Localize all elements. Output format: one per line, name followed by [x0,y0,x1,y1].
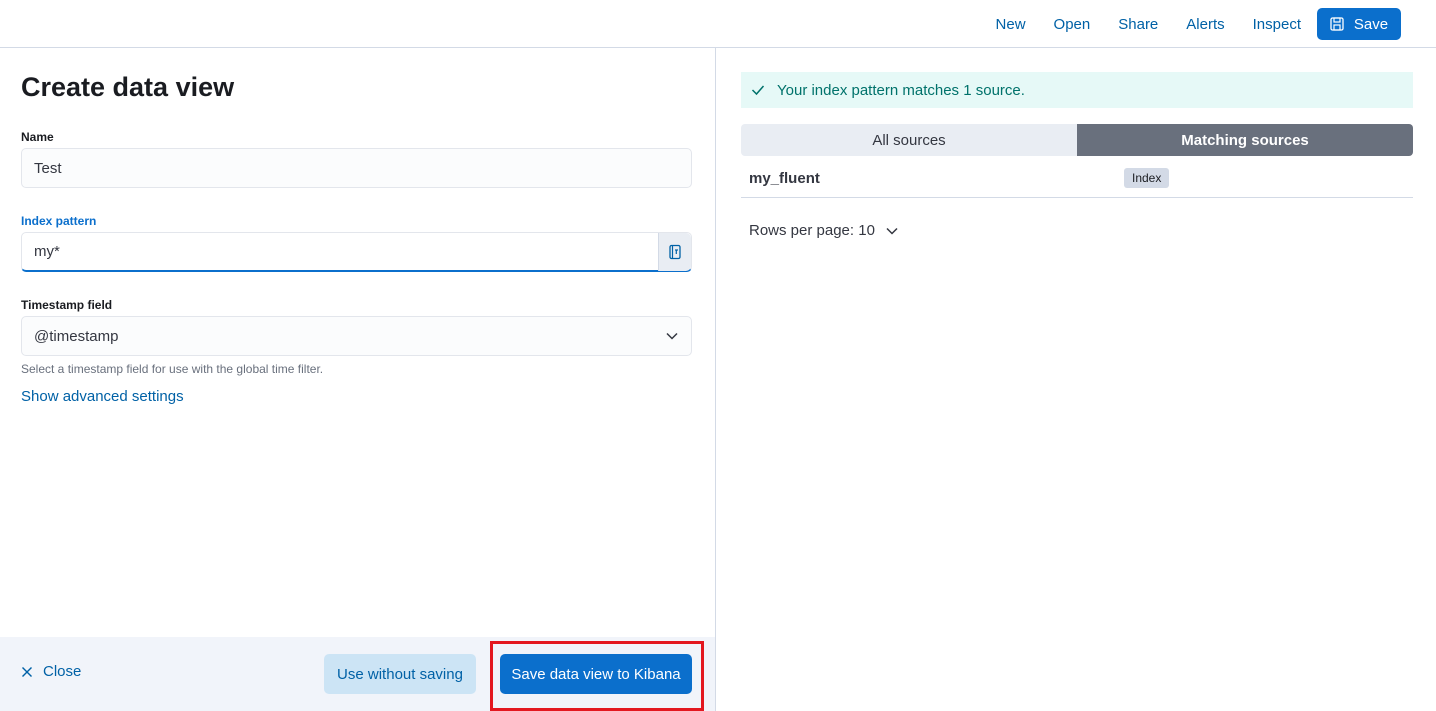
close-icon [22,666,32,677]
new-link[interactable]: New [996,16,1026,33]
index-pattern-help-button[interactable] [658,233,691,271]
index-pattern-field[interactable]: my* [21,232,692,272]
save-icon [1330,17,1344,31]
page-title: Create data view [21,72,235,102]
close-button[interactable]: Close [21,663,81,680]
open-link[interactable]: Open [1054,16,1091,33]
save-button[interactable]: Save [1317,8,1401,40]
sources-tabs: All sources Matching sources [741,124,1413,156]
rows-per-page-label: Rows per page: 10 [749,222,875,239]
chevron-down-icon [666,332,678,340]
timestamp-select[interactable]: @timestamp [21,316,692,356]
match-callout-text: Your index pattern matches 1 source. [777,81,1025,99]
create-data-view-panel: Create data view Name Test Index pattern… [0,48,716,711]
source-type-badge: Index [1124,168,1170,188]
match-callout: Your index pattern matches 1 source. [741,72,1413,108]
alerts-link[interactable]: Alerts [1186,16,1224,33]
timestamp-field-label: Timestamp field [21,298,113,312]
index-pattern-label: Index pattern [21,214,97,228]
name-field[interactable]: Test [21,148,692,188]
use-without-saving-button[interactable]: Use without saving [324,654,476,694]
timestamp-help-text: Select a timestamp field for use with th… [21,362,324,376]
chevron-down-icon [886,227,898,235]
name-field-value: Test [34,159,62,177]
show-advanced-settings-link[interactable]: Show advanced settings [21,388,184,405]
top-nav-links: New Open Share Alerts Inspect [968,0,1301,48]
share-link[interactable]: Share [1118,16,1158,33]
tab-all-sources[interactable]: All sources [741,124,1077,156]
top-nav-bar: New Open Share Alerts Inspect Save [0,0,1436,48]
name-label: Name [21,130,54,144]
table-row: my_fluent Index [741,158,1413,198]
save-button-label: Save [1353,15,1389,33]
timestamp-select-value: @timestamp [34,327,119,345]
save-data-view-button[interactable]: Save data view to Kibana [500,654,692,694]
rows-per-page-button[interactable]: Rows per page: 10 [749,222,899,239]
check-icon [751,85,765,96]
book-icon [669,244,681,260]
close-button-label: Close [43,663,82,680]
index-pattern-value: my* [34,243,60,260]
inspect-link[interactable]: Inspect [1253,16,1301,33]
flyout-footer: Close Use without saving Save data view … [0,637,715,711]
sources-preview-panel: Your index pattern matches 1 source. All… [717,48,1436,711]
tab-matching-sources[interactable]: Matching sources [1077,124,1413,156]
source-name: my_fluent [749,170,820,187]
